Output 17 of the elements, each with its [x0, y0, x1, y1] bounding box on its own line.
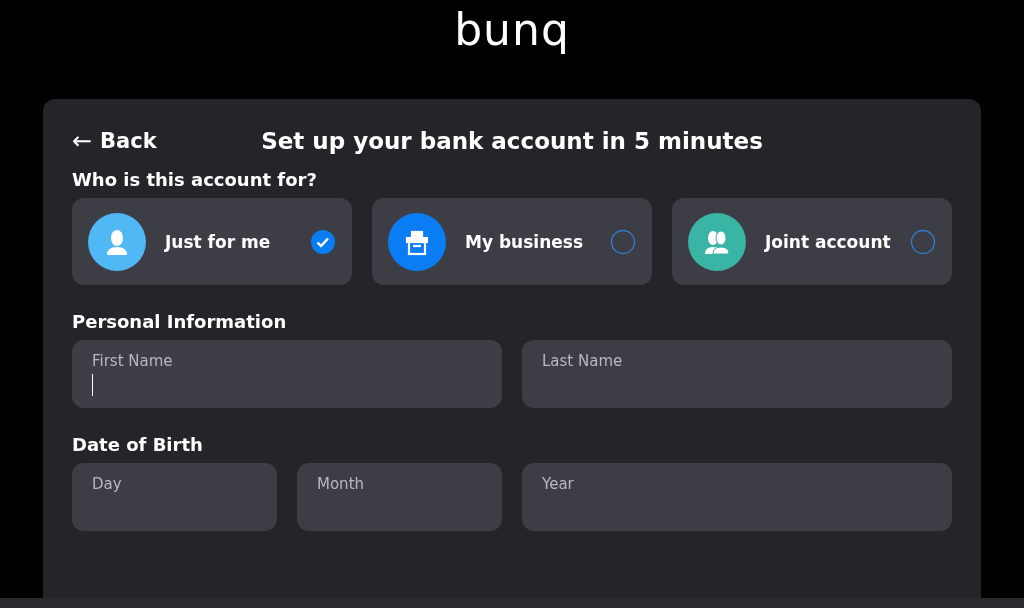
bunq-logo: bunq — [454, 8, 570, 55]
section-heading: Who is this account for? — [72, 169, 318, 190]
input-field[interactable]: First Name — [72, 340, 502, 408]
account-option[interactable]: Joint account — [672, 198, 952, 285]
input-field[interactable]: Last Name — [522, 340, 952, 408]
account-option[interactable]: Just for me — [72, 198, 352, 285]
section-heading: Date of Birth — [72, 434, 204, 455]
input-field[interactable]: Year — [522, 463, 952, 531]
input-field[interactable]: Month — [297, 463, 502, 531]
page-title: Set up your bank account in 5 minutes — [261, 128, 763, 154]
input-field[interactable]: Day — [72, 463, 277, 531]
section-heading: Personal Information — [72, 311, 288, 332]
back-link[interactable]: ← Back — [72, 127, 157, 155]
radio-icon — [910, 228, 936, 255]
account-option[interactable]: My business — [372, 198, 652, 285]
radio-icon — [610, 228, 636, 255]
checked-radio-icon — [310, 228, 336, 255]
